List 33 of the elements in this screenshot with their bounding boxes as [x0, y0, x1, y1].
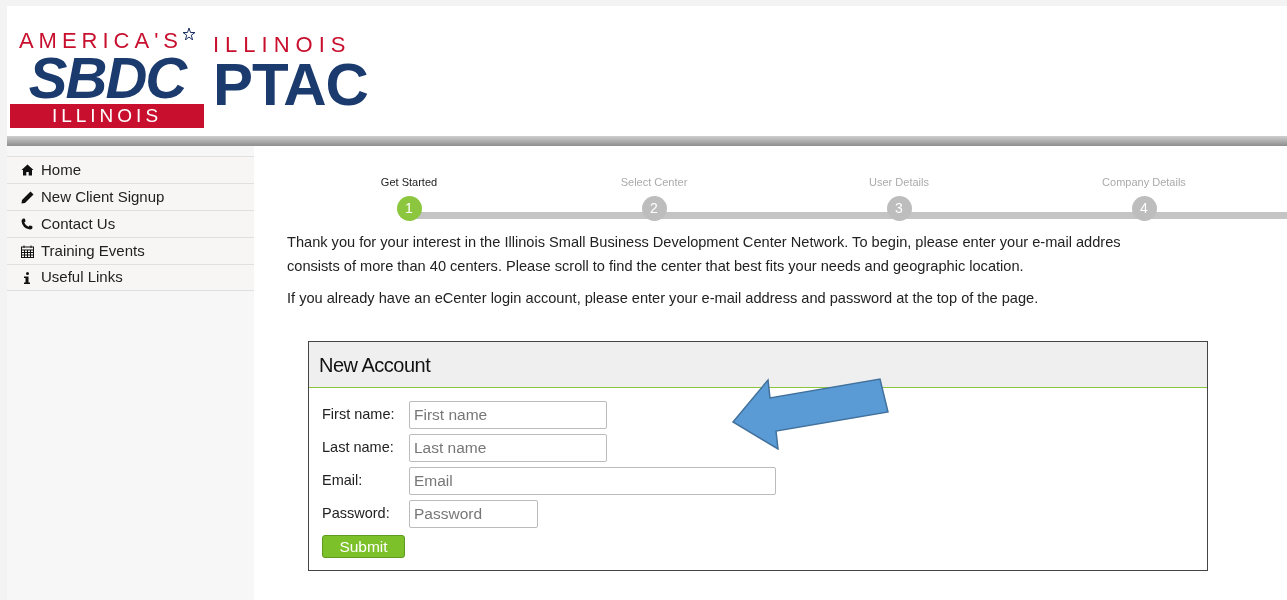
- step-number: 4: [1131, 196, 1157, 221]
- field-label: First name:: [322, 405, 396, 425]
- input-field[interactable]: First name: [409, 401, 607, 429]
- intro-text: Thank you for your interest in the Illinois Small Business Development Center Network. To begin, please enter your e-mail addres: [287, 233, 1121, 252]
- step-number: 2: [641, 196, 667, 221]
- field-label: Last name:: [322, 438, 395, 458]
- input-field[interactable]: Password: [409, 500, 538, 528]
- step-number: 3: [886, 196, 912, 221]
- login-note: If you already have an eCenter login account, please enter your e-mail address and password at the top of the page.: [287, 289, 1039, 308]
- star-icon: [183, 28, 196, 40]
- home-icon: [20, 164, 34, 176]
- intro-text: consists of more than 40 centers. Please scroll to find the center that best fits your needs and geographic location.: [287, 257, 1024, 276]
- logo-band: ILLINOIS: [10, 104, 204, 128]
- field-label: Email:: [322, 471, 364, 491]
- phone-icon: [21, 218, 33, 230]
- logo-text: AMERICA'S: [18, 30, 184, 52]
- input-field[interactable]: Email: [409, 467, 776, 495]
- sidebar-item[interactable]: Useful Links: [7, 264, 254, 291]
- pencil-icon: [20, 190, 34, 204]
- step-label: Get Started: [380, 175, 438, 189]
- info-icon: [23, 271, 31, 284]
- logo-text: ILLINOIS: [213, 34, 352, 56]
- logo-text: PTAC: [213, 56, 368, 114]
- input-field[interactable]: Last name: [409, 434, 607, 462]
- panel-title: New Account: [319, 352, 431, 378]
- step-label: Company Details: [1102, 175, 1186, 189]
- calendar-icon: [20, 244, 34, 258]
- step-label: User Details: [869, 175, 929, 189]
- step-number: 1: [396, 196, 422, 221]
- step-label: Select Center: [620, 175, 688, 189]
- logo-text: SBDC: [28, 52, 186, 104]
- arrow-icon: [732, 378, 890, 450]
- field-label: Password:: [322, 504, 391, 524]
